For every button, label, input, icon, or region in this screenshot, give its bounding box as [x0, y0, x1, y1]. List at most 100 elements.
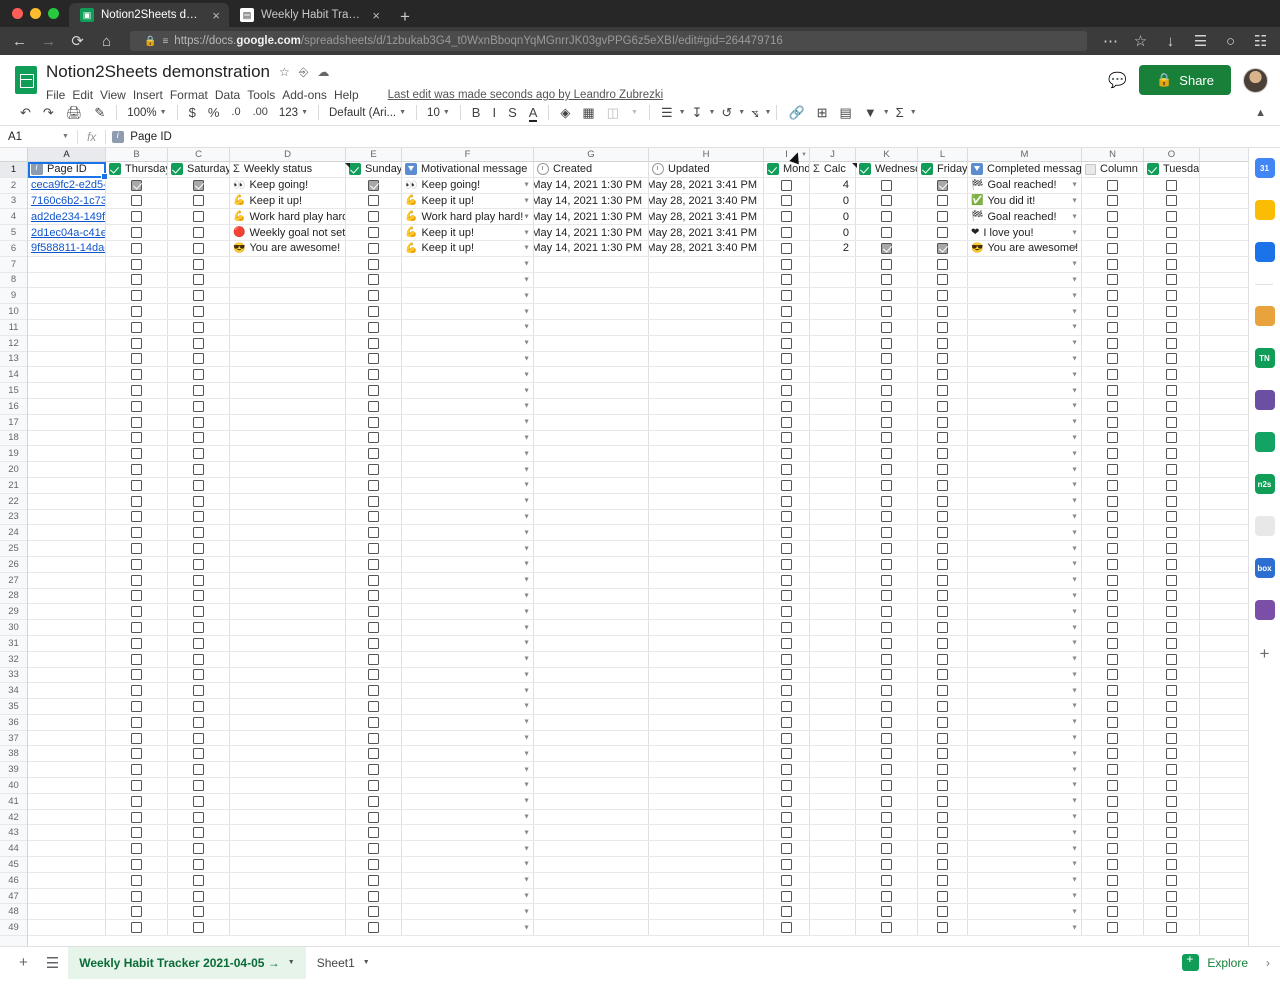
cell-empty-M[interactable]: ▼	[968, 825, 1082, 840]
checkbox[interactable]	[781, 575, 792, 586]
cell-empty-F[interactable]: ▼	[402, 478, 534, 493]
cell-empty-L[interactable]	[918, 810, 968, 825]
checkbox[interactable]	[881, 812, 892, 823]
checkbox[interactable]	[937, 685, 948, 696]
close-window-button[interactable]	[12, 8, 23, 19]
table-row[interactable]: 9f588811-14da- 😎 You are awesome! 💪 Keep it …	[28, 241, 1248, 257]
row-number-44[interactable]: 44	[0, 841, 27, 857]
cell-empty-F[interactable]: ▼	[402, 446, 534, 461]
cell-empty-A[interactable]	[28, 810, 106, 825]
checkbox[interactable]	[1107, 511, 1118, 522]
cell-empty-O[interactable]	[1144, 857, 1200, 872]
checkbox[interactable]	[1107, 922, 1118, 933]
cell-empty-B[interactable]	[106, 668, 168, 683]
checkbox[interactable]	[1166, 922, 1177, 933]
checkbox[interactable]	[881, 780, 892, 791]
cell-empty-K[interactable]	[856, 320, 918, 335]
chevron-down-icon[interactable]: ▼	[523, 355, 530, 362]
cell-empty-A[interactable]	[28, 652, 106, 667]
chevron-down-icon[interactable]: ▼	[523, 308, 530, 315]
checkbox[interactable]	[193, 827, 204, 838]
document-title[interactable]: Notion2Sheets demonstration	[46, 62, 270, 82]
cell-empty-J[interactable]	[810, 352, 856, 367]
checkbox[interactable]	[368, 669, 379, 680]
cell-empty-A[interactable]	[28, 462, 106, 477]
chevron-down-icon[interactable]: ▼	[523, 229, 530, 236]
checkbox[interactable]	[193, 859, 204, 870]
cell-empty-J[interactable]	[810, 557, 856, 572]
cell-empty-K[interactable]	[856, 652, 918, 667]
cell-empty-F[interactable]: ▼	[402, 352, 534, 367]
cell-empty-M[interactable]: ▼	[968, 257, 1082, 272]
cell-empty-B[interactable]	[106, 683, 168, 698]
chevron-down-icon[interactable]: ▼	[363, 959, 370, 966]
cell-empty-C[interactable]	[168, 462, 230, 477]
chevron-down-icon[interactable]: ▼	[523, 466, 530, 473]
header-cell-D[interactable]: Σ Weekly status	[230, 162, 346, 177]
checkbox[interactable]	[781, 195, 792, 206]
chevron-down-icon[interactable]: ▼	[523, 498, 530, 505]
checkbox[interactable]	[1166, 543, 1177, 554]
cell-empty-M[interactable]: ▼	[968, 399, 1082, 414]
cell-empty-H[interactable]	[649, 904, 764, 919]
page-id-link[interactable]: ad2de234-149f-	[31, 211, 106, 223]
table-row[interactable]: ▼ ▼	[28, 573, 1248, 589]
cell-empty-N[interactable]	[1082, 257, 1144, 272]
chevron-down-icon[interactable]: ▼	[523, 292, 530, 299]
cell-empty-M[interactable]: ▼	[968, 857, 1082, 872]
checkbox[interactable]	[193, 401, 204, 412]
cell-empty-F[interactable]: ▼	[402, 778, 534, 793]
checkbox[interactable]	[131, 685, 142, 696]
cell-empty-D[interactable]	[230, 652, 346, 667]
cell-empty-H[interactable]	[649, 841, 764, 856]
cell-empty-M[interactable]: ▼	[968, 668, 1082, 683]
checkbox[interactable]	[1107, 748, 1118, 759]
checkbox[interactable]	[937, 369, 948, 380]
cell-empty-D[interactable]	[230, 336, 346, 351]
cell-empty-I[interactable]	[764, 715, 810, 730]
cell-empty-D[interactable]	[230, 604, 346, 619]
cell-empty-E[interactable]	[346, 367, 402, 382]
row-number-26[interactable]: 26	[0, 557, 27, 573]
cell-motivational-message[interactable]: 👀 Keep going! ▼	[402, 178, 534, 193]
colorful-addon-icon[interactable]	[1255, 516, 1275, 536]
checkbox[interactable]	[881, 875, 892, 886]
cell-created[interactable]: May 14, 2021 1:30 PM	[534, 241, 649, 256]
cell-empty-J[interactable]	[810, 399, 856, 414]
checkbox[interactable]	[193, 638, 204, 649]
row-number-20[interactable]: 20	[0, 462, 27, 478]
browser-tab-1[interactable]: ▤ Weekly Habit Tracker @Apr 5, 2 ×	[229, 3, 389, 27]
chevron-down-icon[interactable]: ▼	[1071, 276, 1078, 283]
cell-empty-J[interactable]	[810, 715, 856, 730]
cell-empty-F[interactable]: ▼	[402, 825, 534, 840]
cell-empty-E[interactable]	[346, 604, 402, 619]
checkbox[interactable]	[937, 891, 948, 902]
cell-empty-L[interactable]	[918, 478, 968, 493]
checkbox[interactable]	[1107, 369, 1118, 380]
checkbox[interactable]	[1166, 622, 1177, 633]
cell-empty-M[interactable]: ▼	[968, 510, 1082, 525]
cell-empty-N[interactable]	[1082, 288, 1144, 303]
cell-empty-H[interactable]	[649, 683, 764, 698]
checkbox[interactable]	[781, 180, 792, 191]
header-cell-O[interactable]: Tuesday	[1144, 162, 1200, 177]
cell-empty-N[interactable]	[1082, 825, 1144, 840]
checkbox[interactable]	[368, 274, 379, 285]
cell-empty-F[interactable]: ▼	[402, 620, 534, 635]
green-addon-icon[interactable]	[1255, 432, 1275, 452]
checkbox[interactable]	[937, 827, 948, 838]
cell-empty-F[interactable]: ▼	[402, 367, 534, 382]
checkbox[interactable]	[881, 543, 892, 554]
cell-empty-L[interactable]	[918, 273, 968, 288]
checkbox[interactable]	[1166, 717, 1177, 728]
checkbox[interactable]	[1166, 669, 1177, 680]
insert-comment-icon[interactable]: ⊞	[811, 106, 834, 119]
chevron-down-icon[interactable]: ▼	[801, 152, 807, 158]
chevron-down-icon[interactable]: ▼	[523, 814, 530, 821]
cell-empty-L[interactable]	[918, 510, 968, 525]
cell-empty-F[interactable]: ▼	[402, 383, 534, 398]
cell-empty-H[interactable]	[649, 462, 764, 477]
cell-empty-G[interactable]	[534, 683, 649, 698]
cell-empty-K[interactable]	[856, 494, 918, 509]
cell-empty-G[interactable]	[534, 510, 649, 525]
